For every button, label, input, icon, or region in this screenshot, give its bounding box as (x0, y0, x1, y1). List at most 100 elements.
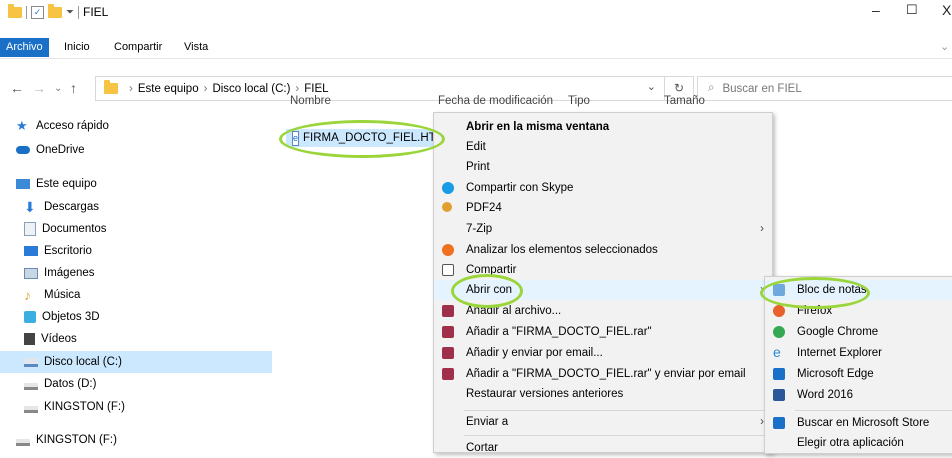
sidebar-item-imagenes[interactable]: Imágenes (24, 262, 95, 284)
menu-item-pdf24[interactable]: PDF24 (434, 198, 772, 218)
sidebar-item-label: Documentos (42, 223, 107, 235)
menu-separator (464, 435, 768, 436)
menu-item-7zip[interactable]: 7-Zip › (434, 219, 772, 239)
submenu-item-google-chrome[interactable]: Google Chrome (765, 322, 952, 342)
menu-item-label: Abrir con (466, 284, 513, 296)
menu-separator (464, 410, 768, 411)
star-icon: ★ (16, 118, 28, 133)
column-header-tamano[interactable]: Tamaño (664, 95, 705, 107)
menu-item-anadir-enviar-email[interactable]: Añadir y enviar por email... (434, 343, 772, 363)
menu-item-anadir-rar[interactable]: Añadir a "FIRMA_DOCTO_FIEL.rar" (434, 322, 772, 342)
submenu-item-internet-explorer[interactable]: e Internet Explorer (765, 343, 952, 363)
search-box[interactable]: ⌕ Buscar en FIEL (697, 76, 952, 101)
maximize-button[interactable]: ☐ (906, 2, 918, 18)
firefox-icon (773, 305, 785, 317)
address-dropdown-icon[interactable]: ⌄ (647, 80, 656, 93)
sidebar-item-escritorio[interactable]: Escritorio (24, 240, 92, 262)
menu-item-restaurar-versiones[interactable]: Restaurar versiones anteriores (434, 384, 772, 404)
breadcrumb-disco-local[interactable]: Disco local (C:) (212, 83, 290, 95)
menu-item-anadir-rar-email[interactable]: Añadir a "FIRMA_DOCTO_FIEL.rar" y enviar… (434, 364, 772, 384)
usb-drive-icon (16, 438, 30, 446)
submenu-item-firefox[interactable]: Firefox (765, 301, 952, 321)
notepad-icon (773, 284, 785, 296)
menu-item-label: Añadir y enviar por email... (466, 347, 603, 359)
submenu-item-microsoft-edge[interactable]: Microsoft Edge (765, 364, 952, 384)
ribbon-expand-chevron-icon[interactable]: ⌄ (940, 40, 949, 53)
title-bar: ✓ ⏷ FIEL – ☐ X (0, 0, 952, 26)
back-arrow-icon[interactable]: ← (10, 80, 24, 96)
breadcrumb-separator: › (203, 82, 208, 95)
pdf24-icon (442, 202, 452, 212)
sidebar-item-kingston-f-root[interactable]: KINGSTON (F:) (16, 429, 117, 451)
sidebar-item-label: Vídeos (41, 333, 77, 345)
sidebar-item-videos[interactable]: Vídeos (24, 328, 77, 350)
new-folder-icon[interactable] (48, 3, 62, 18)
sidebar-item-descargas[interactable]: ⬇ Descargas (24, 196, 99, 218)
menu-item-label: Bloc de notas (797, 284, 867, 296)
sidebar-item-kingston-f[interactable]: KINGSTON (F:) (24, 396, 125, 418)
submenu-item-word-2016[interactable]: Word 2016 (765, 385, 952, 405)
menu-item-label: PDF24 (466, 202, 502, 214)
menu-item-label: Enviar a (466, 416, 509, 428)
store-icon (773, 417, 785, 429)
file-row[interactable]: e FIRMA_DOCTO_FIEL.HTML (286, 129, 452, 147)
sidebar-item-label: KINGSTON (F:) (44, 401, 125, 413)
sidebar-item-label: Acceso rápido (36, 120, 109, 132)
menu-item-compartir[interactable]: Compartir (434, 260, 772, 280)
tab-inicio[interactable]: Inicio (58, 38, 96, 57)
html-file-icon: e (292, 130, 300, 146)
sidebar-item-este-equipo[interactable]: Este equipo (16, 173, 97, 195)
menu-item-label: Añadir a "FIRMA_DOCTO_FIEL.rar" y enviar… (466, 368, 746, 380)
sidebar-item-datos-d[interactable]: Datos (D:) (24, 373, 96, 395)
winrar-icon (442, 326, 454, 338)
sidebar-item-documentos[interactable]: Documentos (24, 218, 107, 240)
sidebar-item-acceso-rapido[interactable]: ★ Acceso rápido (16, 115, 109, 137)
up-arrow-icon[interactable]: ↑ (70, 80, 77, 96)
submenu-item-elegir-otra[interactable]: Elegir otra aplicación (765, 433, 952, 453)
menu-item-abrir-misma-ventana[interactable]: Abrir en la misma ventana (434, 117, 772, 137)
sidebar-item-label: Música (44, 289, 81, 301)
breadcrumb-fiel[interactable]: FIEL (304, 83, 328, 95)
submenu-item-bloc-de-notas[interactable]: Bloc de notas (765, 280, 952, 300)
sidebar-item-label: Descargas (44, 201, 99, 213)
search-icon: ⌕ (708, 82, 715, 94)
sidebar-item-label: Objetos 3D (42, 311, 100, 323)
tab-archivo[interactable]: Archivo (0, 38, 49, 57)
menu-item-abrir-con[interactable]: Abrir con › (434, 280, 772, 300)
desktop-icon (24, 246, 38, 256)
menu-item-label: Analizar los elementos seleccionados (466, 244, 658, 256)
menu-item-cortar[interactable]: Cortar (434, 438, 772, 458)
forward-arrow-icon[interactable]: → (32, 80, 46, 96)
menu-item-enviar-a[interactable]: Enviar a › (434, 412, 772, 432)
folder-icon[interactable] (8, 3, 22, 18)
menu-item-label: Buscar en Microsoft Store (797, 417, 930, 429)
menu-item-analizar[interactable]: Analizar los elementos seleccionados (434, 240, 772, 260)
sidebar-item-label: Disco local (C:) (44, 356, 122, 368)
sidebar-item-disco-local-c[interactable]: Disco local (C:) (0, 351, 272, 373)
menu-item-edit[interactable]: Edit (434, 137, 772, 157)
sidebar-item-label: KINGSTON (F:) (36, 434, 117, 446)
tab-compartir[interactable]: Compartir (108, 38, 168, 57)
column-header-tipo[interactable]: Tipo (568, 95, 590, 107)
menu-item-anadir-archivo[interactable]: Añadir al archivo... (434, 301, 772, 321)
recent-locations-chevron-icon[interactable]: ⌄ (54, 83, 62, 94)
tab-vista[interactable]: Vista (178, 38, 214, 57)
sidebar-item-onedrive[interactable]: OneDrive (16, 139, 85, 161)
sidebar-item-musica[interactable]: ♪ Música (24, 284, 80, 306)
music-note-icon: ♪ (24, 287, 31, 303)
sidebar-item-objetos-3d[interactable]: Objetos 3D (24, 306, 100, 328)
menu-item-label: 7-Zip (466, 223, 493, 235)
menu-item-label: Compartir con Skype (466, 182, 574, 194)
minimize-button[interactable]: – (872, 2, 880, 18)
menu-item-print[interactable]: Print (434, 157, 772, 177)
breadcrumb-este-equipo[interactable]: Este equipo (138, 83, 199, 95)
customize-toolbar-icon[interactable]: ⏷ (66, 7, 74, 18)
download-arrow-icon: ⬇ (24, 199, 36, 215)
menu-item-compartir-skype[interactable]: Compartir con Skype (434, 178, 772, 198)
column-header-nombre[interactable]: Nombre (290, 95, 331, 107)
menu-item-label: Word 2016 (797, 389, 854, 401)
properties-checkbox-icon[interactable]: ✓ (31, 5, 44, 19)
close-button[interactable]: X (942, 2, 951, 18)
submenu-item-buscar-store[interactable]: Buscar en Microsoft Store (765, 413, 952, 433)
column-header-fecha[interactable]: Fecha de modificación (438, 95, 553, 107)
